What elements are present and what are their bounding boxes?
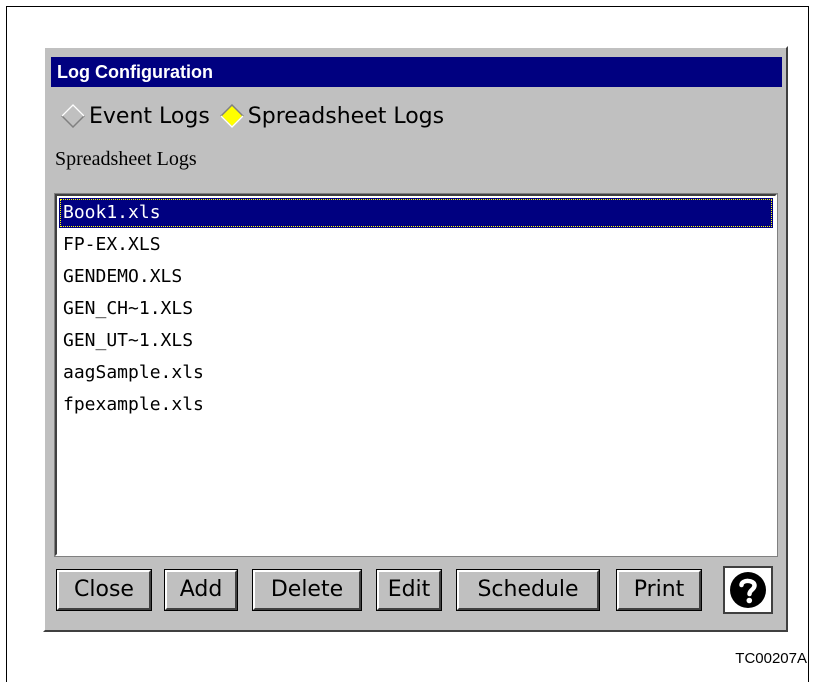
question-circle-icon	[730, 572, 766, 608]
add-button[interactable]: Add	[164, 569, 238, 611]
list-item[interactable]: aagSample.xls	[59, 358, 773, 388]
button-bar: Close Add Delete Edit Schedule Print	[55, 562, 777, 622]
schedule-button[interactable]: Schedule	[456, 569, 600, 611]
radio-spreadsheet-logs[interactable]: Spreadsheet Logs	[219, 103, 445, 129]
radio-diamond-icon	[61, 104, 85, 128]
radio-spreadsheet-logs-label: Spreadsheet Logs	[247, 103, 445, 129]
print-button[interactable]: Print	[616, 569, 702, 611]
list-item[interactable]: FP-EX.XLS	[59, 230, 773, 260]
window-title: Log Configuration	[51, 57, 782, 87]
list-item[interactable]: fpexample.xls	[59, 390, 773, 420]
log-configuration-window: Log Configuration Event Logs Spreadsheet…	[43, 46, 788, 632]
spreadsheet-file-list[interactable]: Book1.xls FP-EX.XLS GENDEMO.XLS GEN_CH~1…	[54, 193, 778, 557]
list-item[interactable]: GEN_CH~1.XLS	[59, 294, 773, 324]
radio-diamond-selected-icon	[219, 104, 244, 128]
list-item[interactable]: Book1.xls	[59, 198, 773, 228]
list-item[interactable]: GENDEMO.XLS	[59, 262, 773, 292]
list-item[interactable]: GEN_UT~1.XLS	[59, 326, 773, 356]
figure-code: TC00207A	[735, 650, 807, 667]
help-button[interactable]	[723, 566, 773, 614]
delete-button[interactable]: Delete	[252, 569, 362, 611]
radio-event-logs[interactable]: Event Logs	[61, 104, 210, 129]
close-button[interactable]: Close	[56, 569, 152, 611]
log-type-radio-group: Event Logs Spreadsheet Logs	[61, 100, 454, 132]
radio-event-logs-label: Event Logs	[89, 103, 210, 129]
edit-button[interactable]: Edit	[376, 569, 442, 611]
section-label: Spreadsheet Logs	[55, 148, 197, 170]
